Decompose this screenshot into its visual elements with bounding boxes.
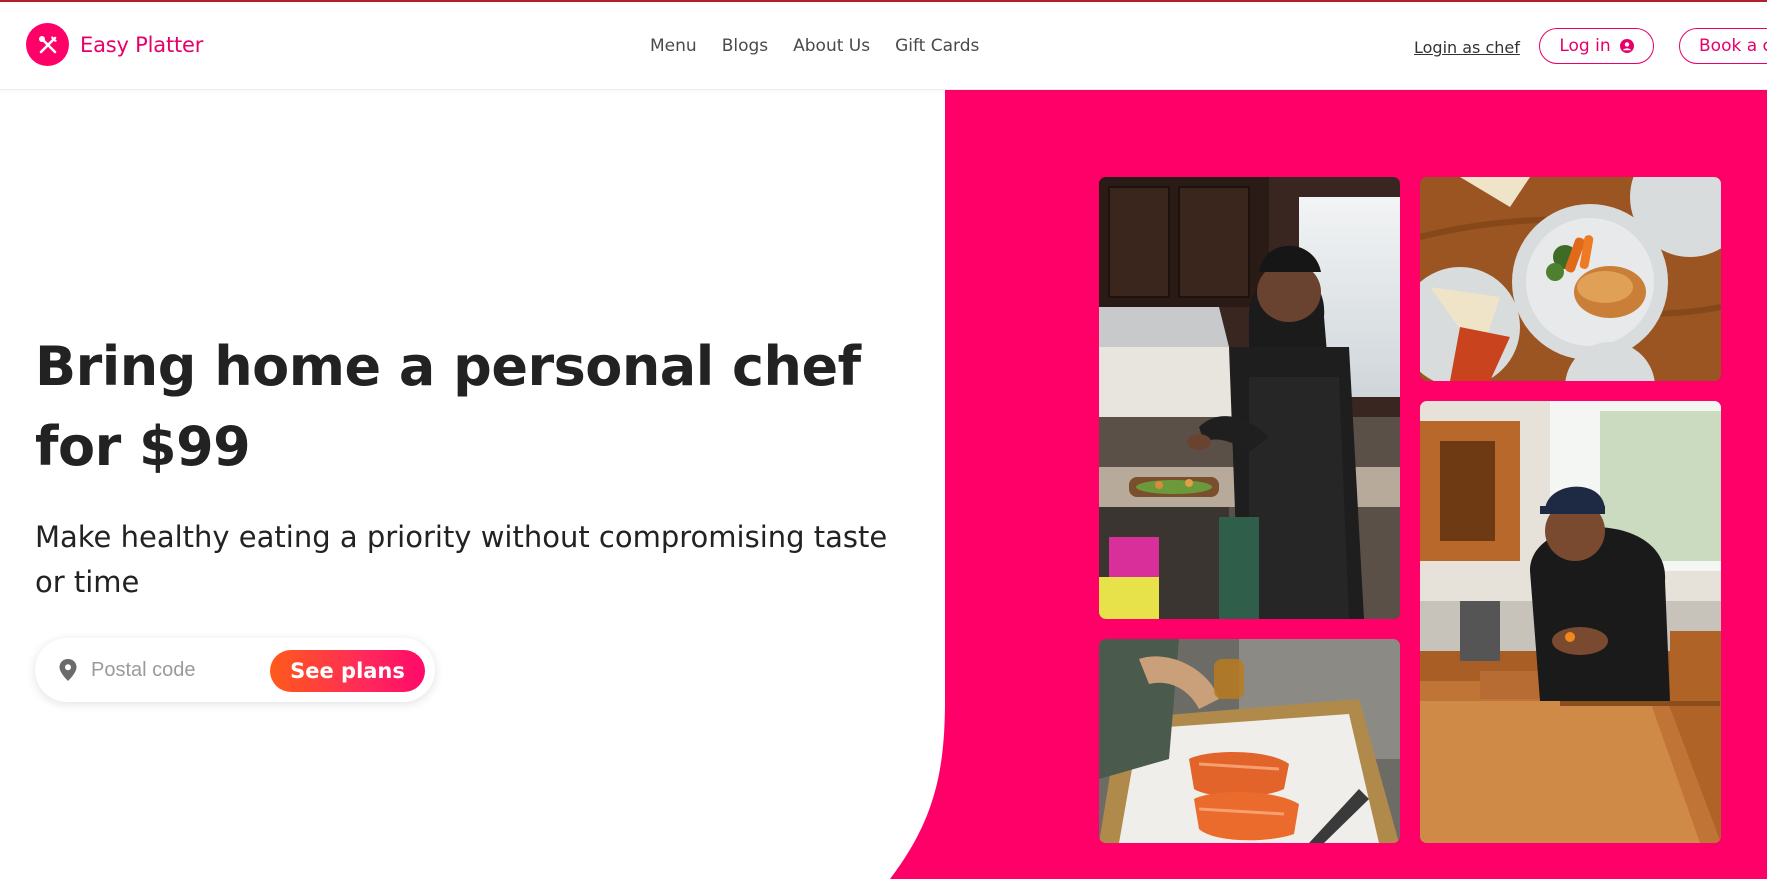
hero-subtitle: Make healthy eating a priority without c… <box>35 520 888 599</box>
site-header: Easy Platter Menu Blogs About Us Gift Ca… <box>0 2 1767 90</box>
nav-item-gift-cards[interactable]: Gift Cards <box>895 36 979 56</box>
chef-cutting-board-photo <box>1420 401 1721 843</box>
hero-title: Bring home a personal chef for $99 <box>35 335 861 478</box>
postal-search-box: See plans <box>35 638 435 702</box>
see-plans-button[interactable]: See plans <box>270 650 425 692</box>
salmon-prep-photo <box>1099 639 1400 843</box>
postal-code-input[interactable] <box>91 658 261 682</box>
login-button-label: Log in <box>1559 36 1611 56</box>
main-nav: Menu Blogs About Us Gift Cards <box>650 36 979 56</box>
fork-knife-icon <box>26 23 69 66</box>
user-circle-icon <box>1619 39 1634 53</box>
book-chef-button[interactable]: Book a chef <box>1679 28 1767 64</box>
nav-item-about-us[interactable]: About Us <box>793 36 870 56</box>
brand-name: Easy Platter <box>80 32 204 57</box>
nav-item-blogs[interactable]: Blogs <box>722 36 768 56</box>
nav-item-menu[interactable]: Menu <box>650 36 697 56</box>
location-pin-icon <box>59 659 77 681</box>
brand[interactable]: Easy Platter <box>26 23 203 66</box>
chef-cooking-photo <box>1099 177 1400 619</box>
login-as-chef-link[interactable]: Login as chef <box>1414 38 1520 57</box>
login-button[interactable]: Log in <box>1539 28 1654 64</box>
plated-dishes-photo <box>1420 177 1721 381</box>
